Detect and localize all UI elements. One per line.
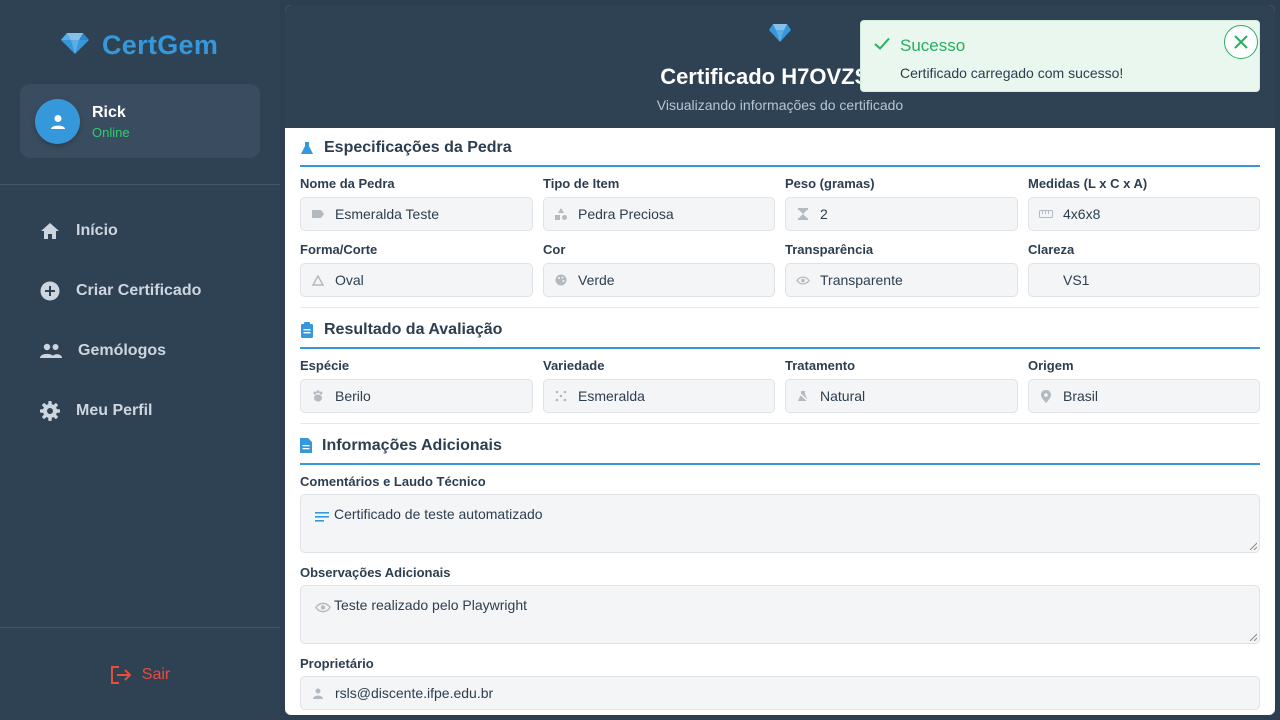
- clarity-field[interactable]: VS1: [1028, 263, 1260, 297]
- brand-name: CertGem: [102, 30, 219, 60]
- nav-item-meu-perfil[interactable]: Meu Perfil: [0, 389, 280, 433]
- page-subtitle: Visualizando informações do certificado: [656, 97, 904, 113]
- nav-label: Meu Perfil: [76, 402, 153, 419]
- avatar: [35, 99, 80, 144]
- cut-field[interactable]: Oval: [300, 263, 533, 297]
- user-status: Online: [92, 125, 130, 140]
- logout-button[interactable]: Sair: [0, 660, 280, 690]
- close-icon: [1234, 35, 1248, 49]
- sidebar-divider: [0, 627, 280, 628]
- logout-label: Sair: [141, 666, 171, 683]
- origin-field[interactable]: Brasil: [1028, 379, 1260, 413]
- stone-name-field[interactable]: Esmeralda Teste: [300, 197, 533, 231]
- gear-icon: [40, 401, 60, 421]
- field-label: Tratamento: [785, 358, 856, 373]
- logout-icon: [110, 666, 132, 684]
- species-field[interactable]: Berilo: [300, 379, 533, 413]
- field-label: Cor: [543, 242, 566, 257]
- paw-icon: [311, 389, 325, 403]
- weight-field[interactable]: 2: [785, 197, 1018, 231]
- transparency-field[interactable]: Transparente: [785, 263, 1018, 297]
- clipboard-icon: [301, 321, 313, 338]
- field-label: Medidas (L x C x A): [1028, 176, 1148, 191]
- owner-field[interactable]: rsls@discente.ifpe.edu.br: [300, 676, 1260, 710]
- section-divider: [300, 423, 1260, 424]
- measures-field[interactable]: 4x6x8: [1028, 197, 1260, 231]
- user-name: Rick: [92, 104, 126, 121]
- nav-item-gemologos[interactable]: Gemólogos: [0, 329, 280, 373]
- tag-icon: [311, 207, 325, 221]
- field-label: Forma/Corte: [300, 242, 378, 257]
- field-label: Transparência: [785, 242, 874, 257]
- section-result-title: Resultado da Avaliação: [300, 312, 1260, 349]
- comments-textarea[interactable]: Certificado de teste automatizado: [300, 494, 1260, 553]
- observations-label: Observações Adicionais: [300, 565, 451, 580]
- user-card: Rick Online: [20, 84, 260, 158]
- field-label: Peso (gramas): [785, 176, 875, 191]
- flask-off-icon: [796, 389, 810, 403]
- eye-icon: [315, 600, 331, 616]
- color-field[interactable]: Verde: [543, 263, 775, 297]
- document-icon: [300, 438, 312, 453]
- shapes-icon: [554, 207, 568, 221]
- section-divider: [300, 307, 1260, 308]
- resize-handle[interactable]: [1249, 542, 1257, 550]
- variety-field[interactable]: Esmeralda: [543, 379, 775, 413]
- comments-label: Comentários e Laudo Técnico: [300, 474, 486, 489]
- plus-circle-icon: [40, 281, 60, 301]
- palette-icon: [554, 273, 568, 287]
- eye-icon: [796, 273, 810, 287]
- nav-label: Início: [76, 222, 118, 239]
- resize-handle[interactable]: [1249, 633, 1257, 641]
- sidebar-divider: [0, 184, 280, 185]
- people-icon: [40, 343, 62, 358]
- toast-message: Certificado carregado com sucesso!: [900, 65, 1124, 81]
- sparkle-icon: [554, 389, 568, 403]
- lines-icon: [315, 509, 329, 525]
- nav-item-criar-certificado[interactable]: Criar Certificado: [0, 269, 280, 313]
- toast-title: Sucesso: [900, 36, 966, 55]
- field-label: Variedade: [543, 358, 605, 373]
- user-icon: [50, 114, 65, 129]
- nav-item-inicio[interactable]: Início: [0, 209, 280, 253]
- diamond-icon: [768, 23, 792, 48]
- item-type-field[interactable]: Pedra Preciosa: [543, 197, 775, 231]
- home-icon: [41, 223, 59, 239]
- flask-icon: [301, 141, 313, 154]
- scale-icon: [796, 207, 810, 221]
- diamond-icon: [60, 31, 90, 60]
- triangle-icon: [311, 273, 325, 287]
- field-label: Origem: [1028, 358, 1074, 373]
- nav-label: Gemólogos: [78, 342, 167, 359]
- success-toast: Sucesso Certificado carregado com sucess…: [860, 20, 1260, 92]
- nav-label: Criar Certificado: [76, 282, 202, 299]
- field-label: Clareza: [1028, 242, 1075, 257]
- location-pin-icon: [1039, 389, 1053, 403]
- owner-label: Proprietário: [300, 656, 374, 671]
- toast-close-button[interactable]: [1224, 25, 1258, 59]
- section-specs-title: Especificações da Pedra: [300, 130, 1260, 167]
- user-icon: [311, 686, 325, 700]
- observations-textarea[interactable]: Teste realizado pelo Playwright: [300, 585, 1260, 644]
- sidebar: CertGem Rick Online Início Criar Certifi…: [0, 0, 280, 720]
- brand[interactable]: CertGem: [60, 30, 218, 61]
- section-extra-title: Informações Adicionais: [300, 428, 1260, 465]
- check-icon: [874, 37, 890, 50]
- treatment-field[interactable]: Natural: [785, 379, 1018, 413]
- field-label: Tipo de Item: [543, 176, 620, 191]
- ruler-icon: [1039, 207, 1053, 221]
- field-label: Espécie: [300, 358, 350, 373]
- field-label: Nome da Pedra: [300, 176, 395, 191]
- certificate-panel: Certificado H7OVZSNV Visualizando inform…: [285, 5, 1275, 715]
